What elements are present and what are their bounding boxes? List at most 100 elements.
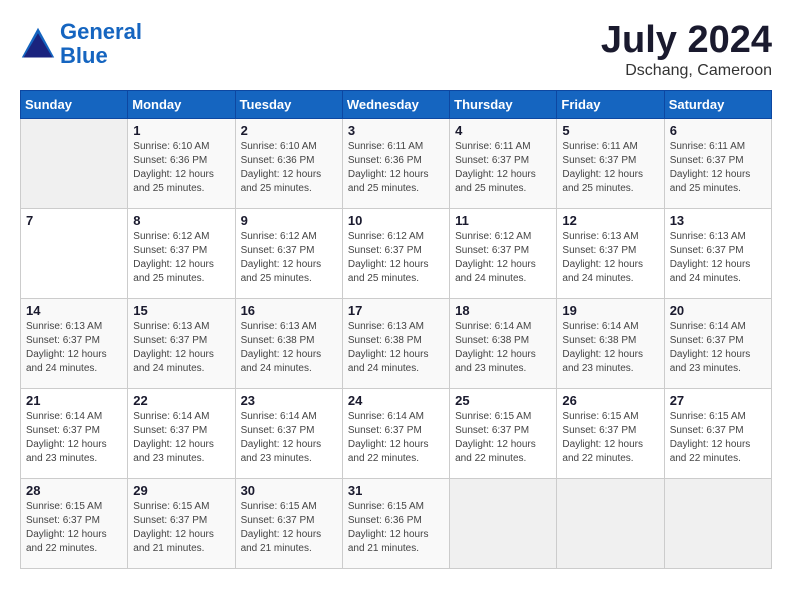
location: Dschang, Cameroon: [601, 62, 772, 80]
calendar-cell: 9Sunrise: 6:12 AMSunset: 6:37 PMDaylight…: [235, 208, 342, 298]
calendar-cell: 28Sunrise: 6:15 AMSunset: 6:37 PMDayligh…: [21, 478, 128, 568]
day-info: Sunrise: 6:11 AMSunset: 6:37 PMDaylight:…: [670, 140, 766, 196]
calendar-cell: 8Sunrise: 6:12 AMSunset: 6:37 PMDaylight…: [128, 208, 235, 298]
header-day-wednesday: Wednesday: [342, 90, 449, 118]
day-number: 7: [26, 213, 122, 228]
day-number: 17: [348, 303, 444, 318]
day-number: 22: [133, 393, 229, 408]
day-info: Sunrise: 6:14 AMSunset: 6:38 PMDaylight:…: [562, 320, 658, 376]
day-number: 3: [348, 123, 444, 138]
calendar-cell: 19 Sunrise: 6:14 AMSunset: 6:38 PMDayligh…: [557, 298, 664, 388]
day-info: Sunrise: 6:11 AMSunset: 6:37 PMDaylight:…: [455, 140, 551, 196]
header-day-sunday: Sunday: [21, 90, 128, 118]
day-info: Sunrise: 6:12 AMSunset: 6:37 PMDaylight:…: [455, 230, 551, 286]
day-info: Sunrise: 6:13 AMSunset: 6:38 PMDaylight:…: [348, 320, 444, 376]
day-info: Sunrise: 6:13 AMSunset: 6:37 PMDaylight:…: [133, 320, 229, 376]
page-header: General Blue July 2024 Dschang, Cameroon: [20, 20, 772, 80]
calendar-cell: 23Sunrise: 6:14 AMSunset: 6:37 PMDayligh…: [235, 388, 342, 478]
day-number: 29: [133, 483, 229, 498]
calendar-week-row: 14 Sunrise: 6:13 AMSunset: 6:37 PMDayligh…: [21, 298, 772, 388]
day-info: Sunrise: 6:15 AMSunset: 6:37 PMDaylight:…: [670, 410, 766, 466]
calendar-week-row: 28Sunrise: 6:15 AMSunset: 6:37 PMDayligh…: [21, 478, 772, 568]
calendar-cell: 6 Sunrise: 6:11 AMSunset: 6:37 PMDaylight…: [664, 118, 771, 208]
calendar-cell: 16 Sunrise: 6:13 AMSunset: 6:38 PMDayligh…: [235, 298, 342, 388]
calendar-cell: 13 Sunrise: 6:13 AMSunset: 6:37 PMDayligh…: [664, 208, 771, 298]
logo-icon: [20, 26, 56, 62]
day-number: 14: [26, 303, 122, 318]
calendar-cell: 25 Sunrise: 6:15 AMSunset: 6:37 PMDayligh…: [450, 388, 557, 478]
calendar-header-row: SundayMondayTuesdayWednesdayThursdayFrid…: [21, 90, 772, 118]
day-number: 13: [670, 213, 766, 228]
calendar-cell: [21, 118, 128, 208]
day-number: 10: [348, 213, 444, 228]
day-info: Sunrise: 6:14 AMSunset: 6:37 PMDaylight:…: [133, 410, 229, 466]
calendar-cell: 30Sunrise: 6:15 AMSunset: 6:37 PMDayligh…: [235, 478, 342, 568]
calendar-cell: [664, 478, 771, 568]
calendar-cell: 2 Sunrise: 6:10 AMSunset: 6:36 PMDaylight…: [235, 118, 342, 208]
day-number: 15: [133, 303, 229, 318]
header-day-saturday: Saturday: [664, 90, 771, 118]
logo: General Blue: [20, 20, 142, 68]
calendar-cell: 24 Sunrise: 6:14 AMSunset: 6:37 PMDayligh…: [342, 388, 449, 478]
calendar-cell: 12Sunrise: 6:13 AMSunset: 6:37 PMDayligh…: [557, 208, 664, 298]
calendar-cell: 7: [21, 208, 128, 298]
header-day-monday: Monday: [128, 90, 235, 118]
day-number: 11: [455, 213, 551, 228]
header-day-tuesday: Tuesday: [235, 90, 342, 118]
day-info: Sunrise: 6:13 AMSunset: 6:37 PMDaylight:…: [562, 230, 658, 286]
calendar-week-row: 7 8Sunrise: 6:12 AMSunset: 6:37 PMDayligh…: [21, 208, 772, 298]
day-info: Sunrise: 6:13 AMSunset: 6:37 PMDaylight:…: [670, 230, 766, 286]
day-number: 6: [670, 123, 766, 138]
day-info: Sunrise: 6:10 AMSunset: 6:36 PMDaylight:…: [241, 140, 337, 196]
month-title: July 2024: [601, 20, 772, 62]
calendar-cell: 20 Sunrise: 6:14 AMSunset: 6:37 PMDayligh…: [664, 298, 771, 388]
day-info: Sunrise: 6:11 AMSunset: 6:37 PMDaylight:…: [562, 140, 658, 196]
day-info: Sunrise: 6:14 AMSunset: 6:37 PMDaylight:…: [670, 320, 766, 376]
day-number: 24: [348, 393, 444, 408]
day-info: Sunrise: 6:14 AMSunset: 6:37 PMDaylight:…: [26, 410, 122, 466]
calendar-cell: 18 Sunrise: 6:14 AMSunset: 6:38 PMDayligh…: [450, 298, 557, 388]
calendar-cell: 5 Sunrise: 6:11 AMSunset: 6:37 PMDaylight…: [557, 118, 664, 208]
day-info: Sunrise: 6:14 AMSunset: 6:38 PMDaylight:…: [455, 320, 551, 376]
calendar-cell: [450, 478, 557, 568]
day-info: Sunrise: 6:13 AMSunset: 6:37 PMDaylight:…: [26, 320, 122, 376]
calendar-cell: 21 Sunrise: 6:14 AMSunset: 6:37 PMDayligh…: [21, 388, 128, 478]
day-number: 5: [562, 123, 658, 138]
calendar-cell: 15 Sunrise: 6:13 AMSunset: 6:37 PMDayligh…: [128, 298, 235, 388]
day-info: Sunrise: 6:15 AMSunset: 6:37 PMDaylight:…: [455, 410, 551, 466]
day-info: Sunrise: 6:14 AMSunset: 6:37 PMDaylight:…: [348, 410, 444, 466]
day-number: 30: [241, 483, 337, 498]
day-number: 19: [562, 303, 658, 318]
day-number: 20: [670, 303, 766, 318]
day-number: 25: [455, 393, 551, 408]
calendar-week-row: 1 Sunrise: 6:10 AMSunset: 6:36 PMDaylight…: [21, 118, 772, 208]
calendar-cell: [557, 478, 664, 568]
day-number: 31: [348, 483, 444, 498]
calendar-cell: 22 Sunrise: 6:14 AMSunset: 6:37 PMDayligh…: [128, 388, 235, 478]
day-info: Sunrise: 6:12 AMSunset: 6:37 PMDaylight:…: [133, 230, 229, 286]
day-number: 26: [562, 393, 658, 408]
day-number: 9: [241, 213, 337, 228]
calendar-cell: 17 Sunrise: 6:13 AMSunset: 6:38 PMDayligh…: [342, 298, 449, 388]
header-day-thursday: Thursday: [450, 90, 557, 118]
day-info: Sunrise: 6:14 AMSunset: 6:37 PMDaylight:…: [241, 410, 337, 466]
calendar-table: SundayMondayTuesdayWednesdayThursdayFrid…: [20, 90, 772, 569]
day-info: Sunrise: 6:11 AMSunset: 6:36 PMDaylight:…: [348, 140, 444, 196]
header-day-friday: Friday: [557, 90, 664, 118]
day-number: 16: [241, 303, 337, 318]
day-number: 1: [133, 123, 229, 138]
day-info: Sunrise: 6:15 AMSunset: 6:37 PMDaylight:…: [26, 500, 122, 556]
day-info: Sunrise: 6:13 AMSunset: 6:38 PMDaylight:…: [241, 320, 337, 376]
logo-text: General Blue: [60, 20, 142, 68]
calendar-cell: 14 Sunrise: 6:13 AMSunset: 6:37 PMDayligh…: [21, 298, 128, 388]
day-info: Sunrise: 6:12 AMSunset: 6:37 PMDaylight:…: [348, 230, 444, 286]
day-number: 21: [26, 393, 122, 408]
day-info: Sunrise: 6:10 AMSunset: 6:36 PMDaylight:…: [133, 140, 229, 196]
calendar-cell: 27Sunrise: 6:15 AMSunset: 6:37 PMDayligh…: [664, 388, 771, 478]
calendar-week-row: 21 Sunrise: 6:14 AMSunset: 6:37 PMDayligh…: [21, 388, 772, 478]
calendar-cell: 4Sunrise: 6:11 AMSunset: 6:37 PMDaylight…: [450, 118, 557, 208]
calendar-cell: 3 Sunrise: 6:11 AMSunset: 6:36 PMDaylight…: [342, 118, 449, 208]
day-number: 18: [455, 303, 551, 318]
day-number: 2: [241, 123, 337, 138]
calendar-cell: 26Sunrise: 6:15 AMSunset: 6:37 PMDayligh…: [557, 388, 664, 478]
